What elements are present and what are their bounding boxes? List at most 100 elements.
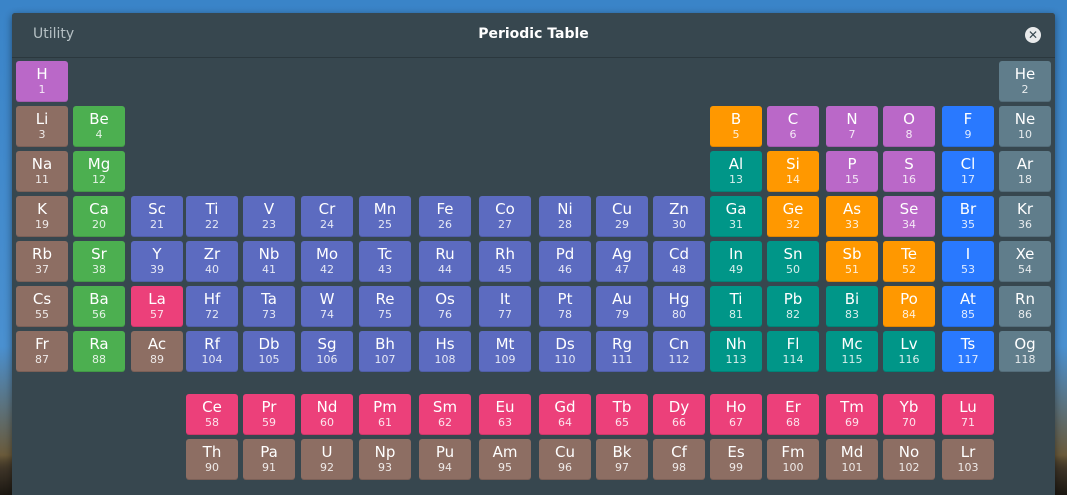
element-tile-na[interactable]: Na 11 — [16, 151, 68, 192]
element-tile-db[interactable]: Db 105 — [243, 331, 295, 372]
element-tile-os[interactable]: Os 76 — [419, 286, 471, 327]
element-tile-mc[interactable]: Mc 115 — [826, 331, 878, 372]
element-tile-hs[interactable]: Hs 108 — [419, 331, 471, 372]
element-tile-br[interactable]: Br 35 — [942, 196, 994, 237]
element-tile-rn[interactable]: Rn 86 — [999, 286, 1051, 327]
element-tile-re[interactable]: Re 75 — [359, 286, 411, 327]
element-tile-fm[interactable]: Fm 100 — [767, 439, 819, 480]
element-tile-ta[interactable]: Ta 73 — [243, 286, 295, 327]
element-tile-bk[interactable]: Bk 97 — [596, 439, 648, 480]
element-tile-pr[interactable]: Pr 59 — [243, 394, 295, 435]
element-tile-cn[interactable]: Cn 112 — [653, 331, 705, 372]
element-tile-ag[interactable]: Ag 47 — [596, 241, 648, 282]
element-tile-he[interactable]: He 2 — [999, 61, 1051, 102]
element-tile-ho[interactable]: Ho 67 — [710, 394, 762, 435]
element-tile-as[interactable]: As 33 — [826, 196, 878, 237]
element-tile-cf[interactable]: Cf 98 — [653, 439, 705, 480]
element-tile-yb[interactable]: Yb 70 — [883, 394, 935, 435]
element-tile-xe[interactable]: Xe 54 — [999, 241, 1051, 282]
element-tile-lu[interactable]: Lu 71 — [942, 394, 994, 435]
element-tile-cd[interactable]: Cd 48 — [653, 241, 705, 282]
element-tile-ca[interactable]: Ca 20 — [73, 196, 125, 237]
element-tile-ra[interactable]: Ra 88 — [73, 331, 125, 372]
element-tile-er[interactable]: Er 68 — [767, 394, 819, 435]
element-tile-sc[interactable]: Sc 21 — [131, 196, 183, 237]
element-tile-pb[interactable]: Pb 82 — [767, 286, 819, 327]
element-tile-cu[interactable]: Cu 29 — [596, 196, 648, 237]
element-tile-md[interactable]: Md 101 — [826, 439, 878, 480]
element-tile-v[interactable]: V 23 — [243, 196, 295, 237]
element-tile-n[interactable]: N7 — [826, 106, 878, 147]
element-tile-bh[interactable]: Bh 107 — [359, 331, 411, 372]
element-tile-s[interactable]: S 16 — [883, 151, 935, 192]
element-tile-zn[interactable]: Zn 30 — [653, 196, 705, 237]
element-tile-ru[interactable]: Ru 44 — [419, 241, 471, 282]
element-tile-cl[interactable]: Cl 17 — [942, 151, 994, 192]
element-tile-ni[interactable]: Ni 28 — [539, 196, 591, 237]
element-tile-f[interactable]: F9 — [942, 106, 994, 147]
element-tile-i[interactable]: I 53 — [942, 241, 994, 282]
element-tile-ds[interactable]: Ds 110 — [539, 331, 591, 372]
element-tile-no[interactable]: No 102 — [883, 439, 935, 480]
element-tile-al[interactable]: Al 13 — [710, 151, 762, 192]
element-tile-te[interactable]: Te 52 — [883, 241, 935, 282]
element-tile-ce[interactable]: Ce 58 — [186, 394, 238, 435]
element-tile-mn[interactable]: Mn 25 — [359, 196, 411, 237]
element-tile-am[interactable]: Am 95 — [479, 439, 531, 480]
element-tile-eu[interactable]: Eu 63 — [479, 394, 531, 435]
element-tile-pm[interactable]: Pm 61 — [359, 394, 411, 435]
element-tile-rb[interactable]: Rb 37 — [16, 241, 68, 282]
element-tile-u[interactable]: U 92 — [301, 439, 353, 480]
element-tile-tc[interactable]: Tc 43 — [359, 241, 411, 282]
element-tile-b[interactable]: B5 — [710, 106, 762, 147]
element-tile-ba[interactable]: Ba 56 — [73, 286, 125, 327]
element-tile-pu[interactable]: Pu 94 — [419, 439, 471, 480]
close-icon[interactable]: ✕ — [1025, 27, 1041, 43]
element-tile-ts[interactable]: Ts 117 — [942, 331, 994, 372]
element-tile-zr[interactable]: Zr 40 — [186, 241, 238, 282]
element-tile-mo[interactable]: Mo 42 — [301, 241, 353, 282]
element-tile-o[interactable]: O8 — [883, 106, 935, 147]
element-tile-es[interactable]: Es 99 — [710, 439, 762, 480]
element-tile-kr[interactable]: Kr 36 — [999, 196, 1051, 237]
element-tile-pt[interactable]: Pt 78 — [539, 286, 591, 327]
element-tile-fr[interactable]: Fr 87 — [16, 331, 68, 372]
element-tile-au[interactable]: Au 79 — [596, 286, 648, 327]
element-tile-y[interactable]: Y 39 — [131, 241, 183, 282]
element-tile-be[interactable]: Be 4 — [73, 106, 125, 147]
element-tile-np[interactable]: Np 93 — [359, 439, 411, 480]
element-tile-nh[interactable]: Nh 113 — [710, 331, 762, 372]
element-tile-mt[interactable]: Mt 109 — [479, 331, 531, 372]
element-tile-ge[interactable]: Ge 32 — [767, 196, 819, 237]
element-tile-ne[interactable]: Ne 10 — [999, 106, 1051, 147]
element-tile-rg[interactable]: Rg 111 — [596, 331, 648, 372]
element-tile-sg[interactable]: Sg 106 — [301, 331, 353, 372]
element-tile-cu[interactable]: Cu 96 — [539, 439, 591, 480]
element-tile-ar[interactable]: Ar 18 — [999, 151, 1051, 192]
element-tile-at[interactable]: At 85 — [942, 286, 994, 327]
element-tile-it[interactable]: It 77 — [479, 286, 531, 327]
element-tile-sr[interactable]: Sr 38 — [73, 241, 125, 282]
element-tile-sm[interactable]: Sm 62 — [419, 394, 471, 435]
element-tile-lv[interactable]: Lv 116 — [883, 331, 935, 372]
element-tile-pa[interactable]: Pa 91 — [243, 439, 295, 480]
element-tile-hf[interactable]: Hf 72 — [186, 286, 238, 327]
element-tile-li[interactable]: Li 3 — [16, 106, 68, 147]
element-tile-po[interactable]: Po 84 — [883, 286, 935, 327]
element-tile-co[interactable]: Co 27 — [479, 196, 531, 237]
element-tile-ti[interactable]: Ti 22 — [186, 196, 238, 237]
element-tile-gd[interactable]: Gd 64 — [539, 394, 591, 435]
element-tile-lr[interactable]: Lr 103 — [942, 439, 994, 480]
element-tile-th[interactable]: Th 90 — [186, 439, 238, 480]
element-tile-k[interactable]: K 19 — [16, 196, 68, 237]
element-tile-fe[interactable]: Fe 26 — [419, 196, 471, 237]
element-tile-hg[interactable]: Hg 80 — [653, 286, 705, 327]
element-tile-tm[interactable]: Tm 69 — [826, 394, 878, 435]
element-tile-se[interactable]: Se 34 — [883, 196, 935, 237]
element-tile-nd[interactable]: Nd 60 — [301, 394, 353, 435]
element-tile-in[interactable]: In 49 — [710, 241, 762, 282]
element-tile-w[interactable]: W 74 — [301, 286, 353, 327]
element-tile-bi[interactable]: Bi 83 — [826, 286, 878, 327]
element-tile-pd[interactable]: Pd 46 — [539, 241, 591, 282]
element-tile-cs[interactable]: Cs 55 — [16, 286, 68, 327]
